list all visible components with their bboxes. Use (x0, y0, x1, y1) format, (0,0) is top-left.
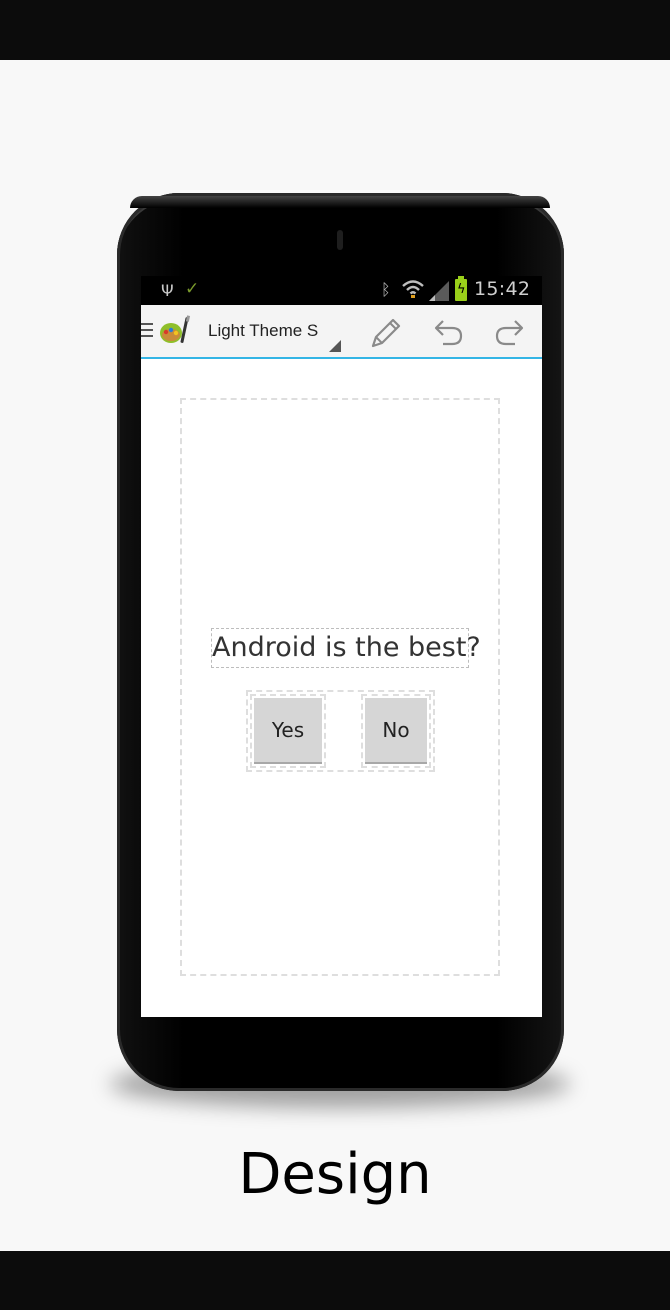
phone-screen: Ψ ✓ ᛒ ϟ 15:42 Light Theme S Android is t… (141, 276, 542, 1017)
action-bar: Light Theme S (141, 305, 542, 359)
redo-icon[interactable] (493, 318, 527, 348)
status-time: 15:42 (474, 278, 531, 300)
battery-charging-icon: ϟ (455, 276, 467, 301)
signal-icon (429, 281, 449, 301)
theme-spinner-title[interactable]: Light Theme S (208, 321, 320, 341)
bottom-black-band (0, 1251, 670, 1310)
top-black-band (0, 0, 670, 60)
phone-top-edge (130, 196, 550, 208)
yes-button[interactable]: Yes (254, 698, 322, 764)
edit-icon[interactable] (367, 316, 403, 350)
drawer-menu-icon[interactable] (141, 323, 153, 339)
question-textview[interactable]: Android is the best? (211, 628, 481, 668)
app-logo-icon[interactable] (157, 315, 191, 347)
button-row-layout[interactable]: Yes No (246, 690, 435, 772)
status-bar: Ψ ✓ ᛒ ϟ 15:42 (141, 276, 542, 305)
no-button[interactable]: No (365, 698, 427, 764)
no-button-outline: No (361, 694, 431, 768)
bluetooth-icon: ᛒ (381, 280, 391, 299)
spinner-triangle-icon[interactable] (329, 340, 341, 352)
yes-button-outline: Yes (250, 694, 326, 768)
usb-icon: Ψ (161, 281, 174, 300)
wifi-icon (402, 280, 424, 298)
undo-icon[interactable] (431, 318, 465, 348)
check-icon: ✓ (185, 279, 200, 299)
design-canvas[interactable] (180, 398, 500, 976)
front-camera (337, 230, 343, 250)
caption-text: Design (238, 1142, 432, 1207)
